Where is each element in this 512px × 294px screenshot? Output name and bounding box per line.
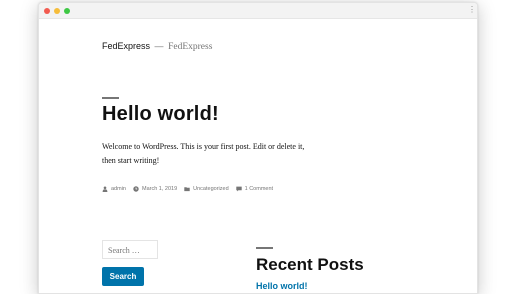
site-tagline: FedExpress xyxy=(168,42,213,52)
clock-icon xyxy=(133,186,139,192)
post-date[interactable]: March 1, 2019 xyxy=(133,186,177,192)
post-meta: admin March 1, 2019 Uncategorized 1 Comm… xyxy=(102,186,280,192)
date-text: March 1, 2019 xyxy=(141,186,178,192)
recent-post-link[interactable]: Hello world! xyxy=(256,281,308,291)
site-title-link[interactable]: FedExpress xyxy=(102,41,150,51)
close-window-button[interactable] xyxy=(44,8,50,14)
recent-posts-heading: Recent Posts xyxy=(256,255,364,274)
folder-icon xyxy=(184,187,190,192)
author-name: admin xyxy=(111,186,126,192)
window-titlebar: ⋮ xyxy=(39,3,477,19)
site-header: FedExpress — FedExpress xyxy=(102,41,212,52)
post-title[interactable]: Hello world! xyxy=(102,103,219,126)
comment-icon xyxy=(235,186,242,192)
author-icon xyxy=(102,186,108,192)
search-input[interactable]: Search … xyxy=(102,240,158,259)
browser-window: ⋮ FedExpress — FedExpress Hello world! W… xyxy=(38,2,478,294)
post-category[interactable]: Uncategorized xyxy=(184,186,229,192)
post-comments[interactable]: 1 Comment xyxy=(235,186,274,192)
minimize-window-button[interactable] xyxy=(54,8,60,14)
category-text: Uncategorized xyxy=(193,186,229,192)
title-separator: — xyxy=(154,41,164,51)
maximize-window-button[interactable] xyxy=(64,8,70,14)
menu-kebab-icon[interactable]: ⋮ xyxy=(468,6,476,14)
post-author[interactable]: admin xyxy=(102,186,126,192)
search-button[interactable]: Search xyxy=(102,267,144,286)
comments-text: 1 Comment xyxy=(244,186,274,192)
recent-posts-rule xyxy=(256,247,273,249)
post-title-rule xyxy=(102,97,119,99)
post-content: Welcome to WordPress. This is your first… xyxy=(102,142,305,165)
